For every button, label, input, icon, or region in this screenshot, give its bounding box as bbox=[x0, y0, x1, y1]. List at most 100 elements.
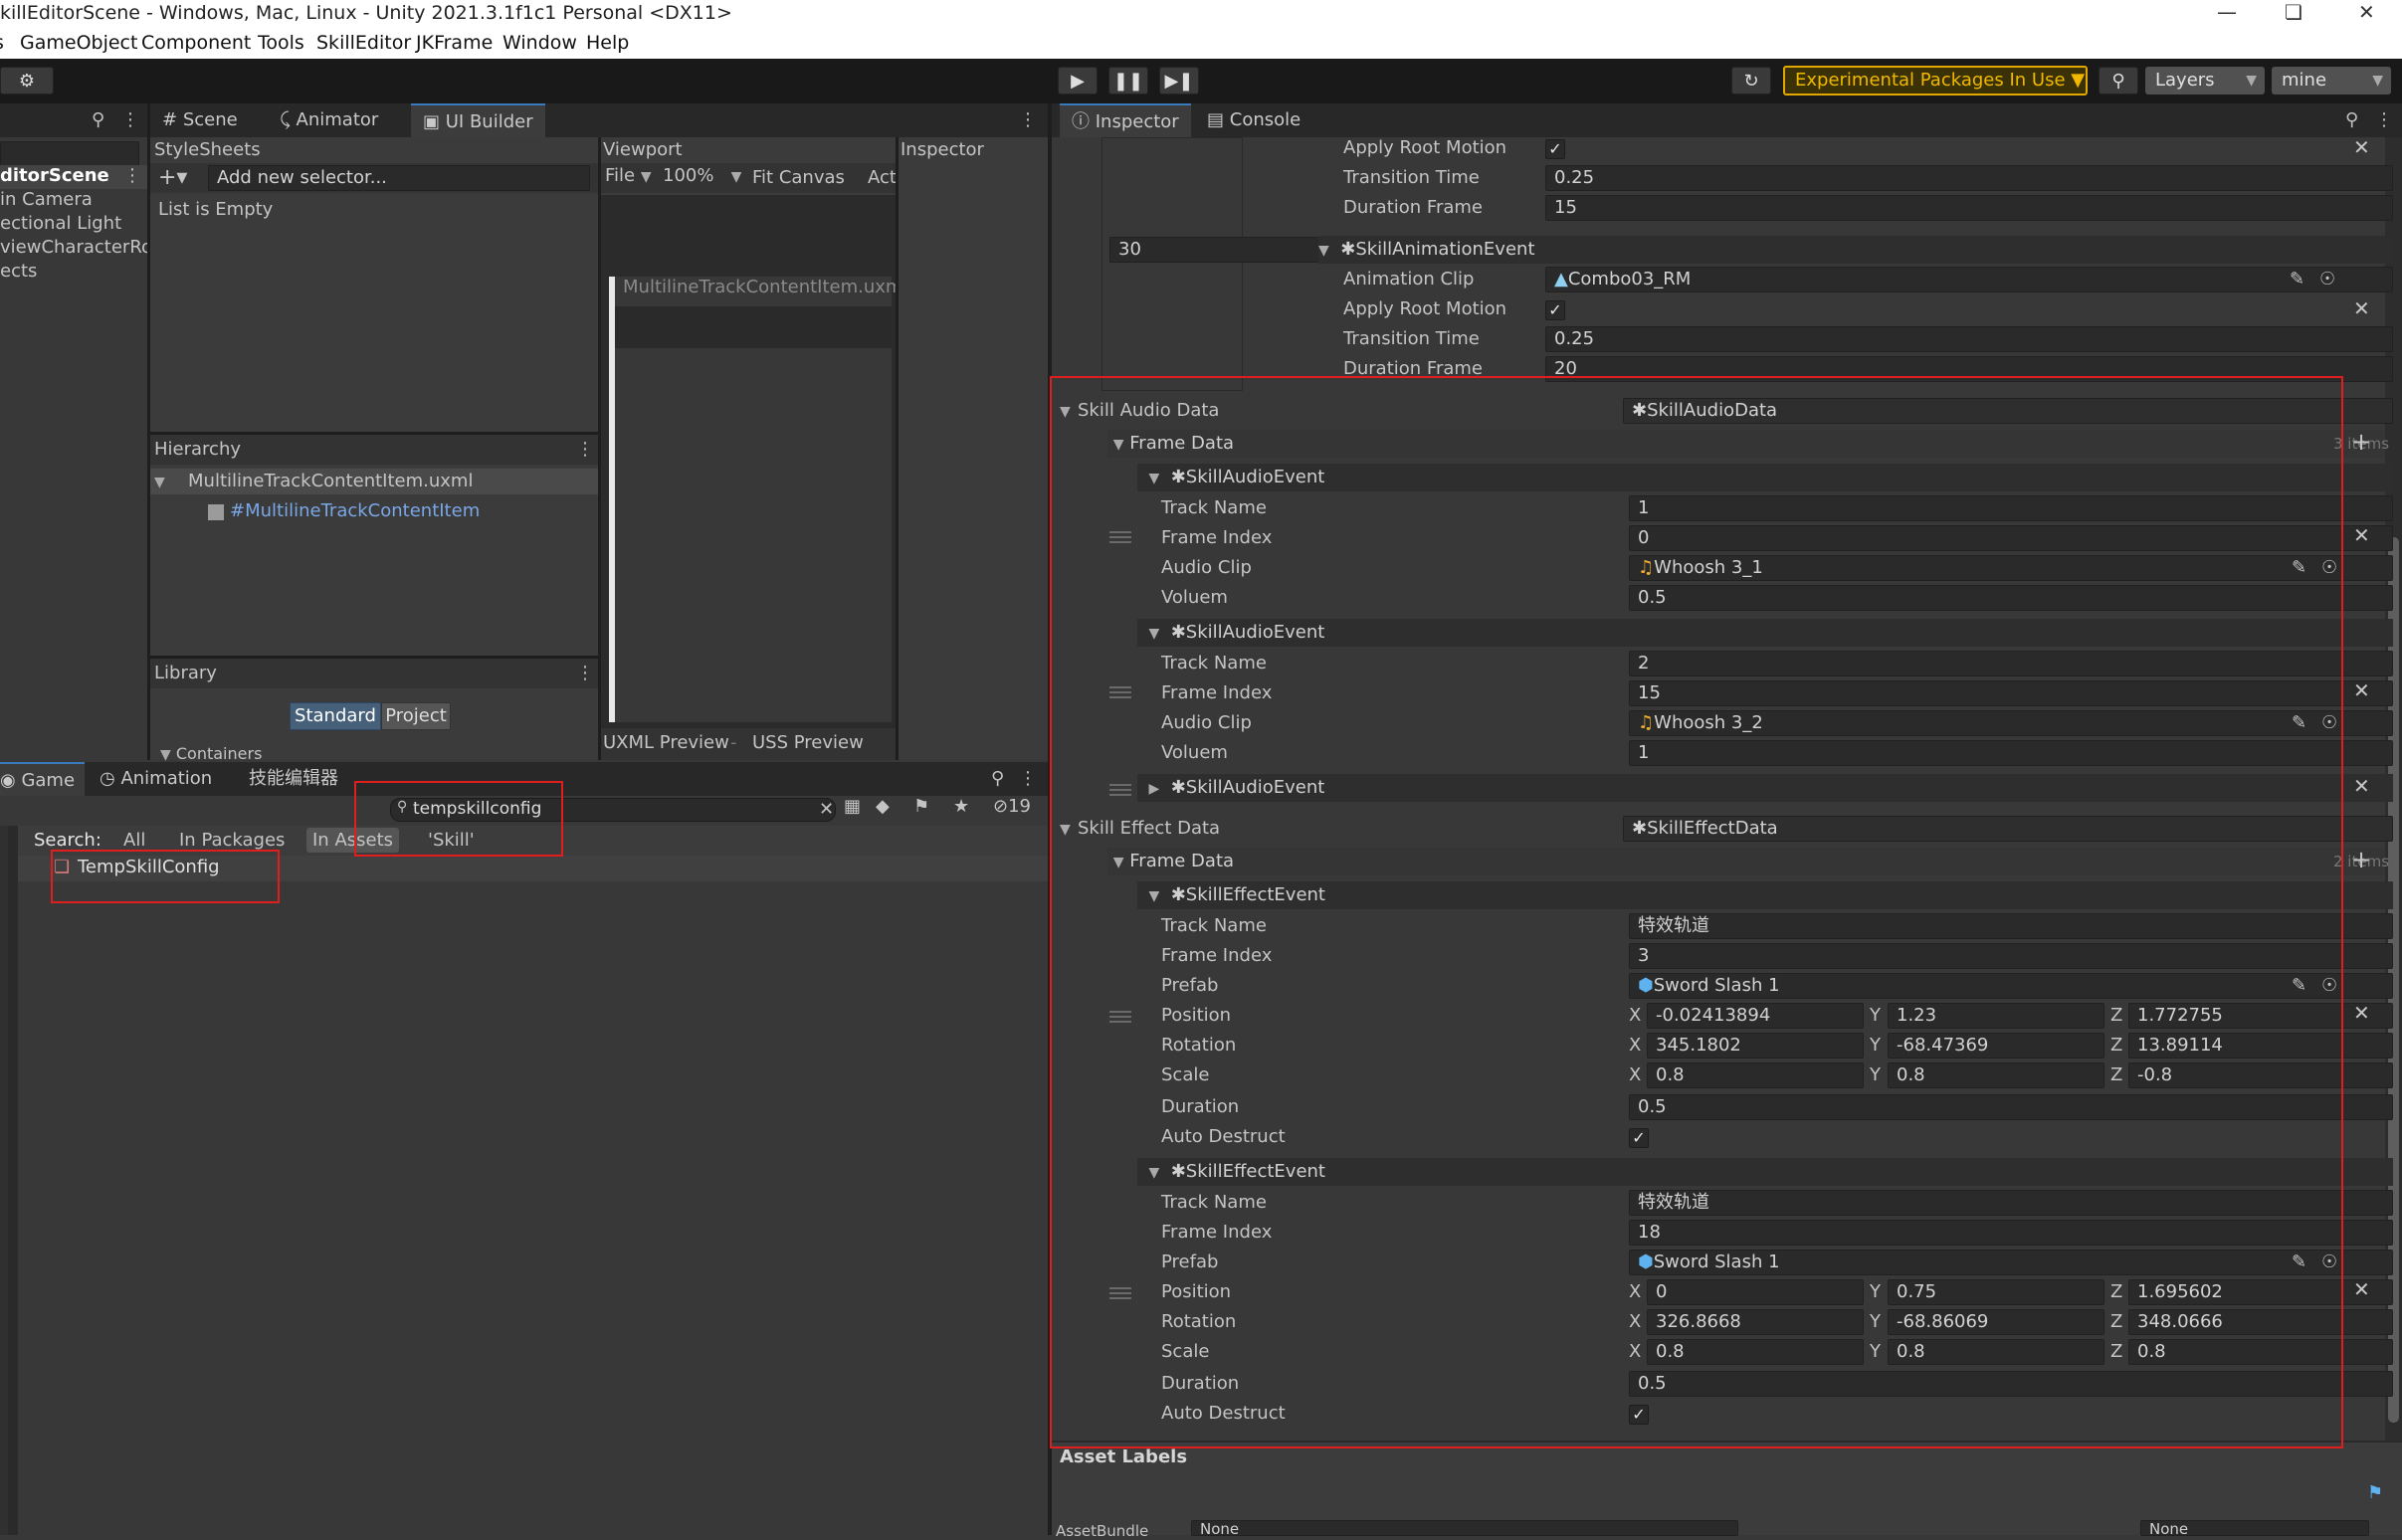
more-icon[interactable]: ⋮ bbox=[576, 439, 594, 460]
hierarchy-item[interactable]: viewCharacterRo bbox=[0, 237, 152, 258]
builder-hierarchy-file-row[interactable]: ▼ MultilineTrackContentItem.uxml bbox=[150, 469, 598, 494]
project-scrollbar[interactable] bbox=[8, 826, 18, 1535]
apply-root-motion-checkbox[interactable]: ✓ bbox=[1545, 300, 1565, 320]
library-project-tab[interactable]: Project bbox=[381, 702, 451, 730]
lock-icon[interactable]: ⚲ bbox=[2345, 109, 2358, 130]
menu-help[interactable]: Help bbox=[586, 32, 629, 54]
more-icon[interactable]: ⋮ bbox=[1019, 768, 1037, 789]
lock-icon[interactable]: ⚲ bbox=[92, 109, 104, 130]
more-icon[interactable]: ⋮ bbox=[2375, 109, 2393, 130]
apply-root-motion-checkbox[interactable]: ✓ bbox=[1545, 139, 1565, 159]
experimental-packages-button[interactable]: Experimental Packages In Use ▼ bbox=[1783, 66, 2088, 96]
highlight-box-result bbox=[51, 850, 280, 903]
filter-by-type-icon[interactable]: ◆ bbox=[876, 796, 890, 817]
window-titlebar: killEditorScene - Windows, Mac, Linux - … bbox=[0, 0, 2402, 29]
scene-name[interactable]: ditorScene bbox=[0, 165, 109, 186]
remove-event-icon[interactable]: ✕ bbox=[2353, 1277, 2370, 1301]
filter-all[interactable]: All bbox=[123, 830, 145, 851]
remove-event-icon[interactable]: ✕ bbox=[2353, 1001, 2370, 1025]
pause-button[interactable]: ❚❚ bbox=[1108, 67, 1148, 95]
library-containers-foldout[interactable]: ▼ Containers bbox=[160, 744, 262, 763]
library-standard-tab[interactable]: Standard bbox=[290, 702, 381, 730]
anim-event-header[interactable]: ▼ ✱SkillAnimationEvent bbox=[1318, 236, 2393, 264]
menu-tools[interactable]: Tools bbox=[258, 32, 304, 54]
tab-skill-editor[interactable]: 技能编辑器 bbox=[249, 762, 338, 796]
menu-gameobject[interactable]: GameObject bbox=[20, 32, 137, 54]
tag-icon[interactable]: ⚑ bbox=[2367, 1482, 2383, 1503]
more-icon[interactable]: ⋮ bbox=[121, 109, 139, 130]
menu-component[interactable]: Component bbox=[141, 32, 251, 54]
uss-preview-tab[interactable]: USS Preview bbox=[752, 732, 864, 753]
info-icon: ⓘ bbox=[1072, 111, 1090, 132]
favorite-icon[interactable]: ★ bbox=[953, 796, 969, 817]
label-icon[interactable]: ⚑ bbox=[913, 796, 929, 817]
add-item-icon[interactable]: + bbox=[2351, 428, 2371, 456]
tab-game[interactable]: ◉ Game bbox=[0, 762, 86, 798]
transition-time-field[interactable]: 0.25 bbox=[1545, 326, 2393, 352]
expand-icon: ▼ bbox=[1318, 243, 1329, 259]
tab-animator[interactable]: ⤹ Animator bbox=[280, 103, 378, 137]
animator-icon: ⤹ bbox=[280, 109, 297, 130]
remove-event-icon[interactable]: ✕ bbox=[2353, 678, 2370, 702]
add-selector-input[interactable]: Add new selector... bbox=[208, 165, 590, 191]
play-icon: ▶ bbox=[1071, 71, 1085, 92]
element-icon bbox=[208, 504, 224, 520]
tab-scene[interactable]: # Scene bbox=[162, 103, 238, 137]
more-icon[interactable]: ⋮ bbox=[1019, 109, 1037, 130]
close-icon[interactable]: ✕ bbox=[2358, 0, 2375, 24]
zoom-dropdown[interactable]: 100% ▼ bbox=[663, 165, 741, 186]
remove-event-icon[interactable]: ✕ bbox=[2353, 296, 2370, 320]
layers-dropdown[interactable]: Layers ▼ bbox=[2145, 67, 2265, 95]
clear-search-icon[interactable]: ✕ bbox=[819, 799, 834, 820]
hidden-packages-button[interactable]: ⊘19 bbox=[993, 796, 1031, 817]
menu-skilleditor[interactable]: SkillEditor bbox=[316, 32, 411, 54]
expand-icon[interactable]: ▼ bbox=[154, 471, 165, 491]
hierarchy-item[interactable]: in Camera bbox=[0, 189, 93, 210]
play-button[interactable]: ▶ bbox=[1058, 67, 1098, 95]
search-by-type-icon[interactable]: ▦ bbox=[844, 796, 861, 817]
tab-console[interactable]: ▤ Console bbox=[1207, 103, 1301, 137]
transition-time-field[interactable]: 0.25 bbox=[1545, 165, 2393, 191]
asset-variant-dropdown[interactable]: None bbox=[2140, 1520, 2369, 1536]
tab-ui-builder[interactable]: ▣ UI Builder bbox=[411, 103, 545, 139]
remove-event-icon[interactable]: ✕ bbox=[2353, 774, 2370, 798]
menu-window[interactable]: Window bbox=[502, 32, 577, 54]
more-icon[interactable]: ⋮ bbox=[576, 663, 594, 683]
asset-bundle-dropdown[interactable]: None bbox=[1191, 1520, 1738, 1536]
history-button[interactable]: ↻ bbox=[1731, 67, 1771, 95]
hierarchy-item[interactable]: ects bbox=[0, 261, 37, 282]
remove-event-icon[interactable]: ✕ bbox=[2353, 135, 2370, 159]
object-picker-icon[interactable]: ☉ bbox=[2319, 269, 2335, 289]
actions-menu[interactable]: Act bbox=[868, 167, 897, 188]
scene-menu-icon[interactable]: ⋮ bbox=[123, 165, 141, 186]
file-menu[interactable]: File ▼ bbox=[605, 165, 652, 186]
step-button[interactable]: ▶❚ bbox=[1159, 67, 1199, 95]
add-item-icon[interactable]: + bbox=[2351, 846, 2371, 873]
menu-jkframe[interactable]: JKFrame bbox=[416, 32, 493, 54]
collab-button[interactable]: ⚙ bbox=[0, 67, 54, 95]
builder-hierarchy-pane: Hierarchy ⋮ ▼ MultilineTrackContentItem.… bbox=[150, 435, 598, 656]
history-icon: ↻ bbox=[1743, 71, 1759, 92]
tab-inspector[interactable]: ⓘ Inspector bbox=[1060, 103, 1191, 139]
uxml-preview-tab[interactable]: UXML Preview bbox=[603, 732, 729, 753]
canvas-element[interactable] bbox=[615, 306, 892, 348]
canvas[interactable]: MultilineTrackContentItem.uxml bbox=[615, 277, 907, 722]
animation-clip-field[interactable]: ▲Combo03_RM bbox=[1545, 267, 2393, 292]
maximize-icon[interactable]: ❏ bbox=[2285, 0, 2302, 24]
layout-dropdown[interactable]: mine ▼ bbox=[2272, 67, 2391, 95]
search-button[interactable]: ⚲ bbox=[2099, 67, 2138, 95]
tab-animation[interactable]: ◷ Animation bbox=[100, 762, 212, 796]
eye-icon: ⊘ bbox=[993, 796, 1009, 817]
edit-icon[interactable]: ✎ bbox=[2290, 269, 2304, 289]
hierarchy-item[interactable]: ectional Light bbox=[0, 213, 121, 234]
hierarchy-search[interactable] bbox=[0, 141, 139, 167]
fit-canvas-button[interactable]: Fit Canvas bbox=[752, 167, 845, 188]
add-stylesheet-button[interactable]: +▾ bbox=[158, 165, 187, 190]
hierarchy-panel: ⚲ ⋮ ditorScene ⋮ in Camera ectional Ligh… bbox=[0, 103, 152, 760]
lock-icon[interactable]: ⚲ bbox=[991, 768, 1004, 789]
duration-frame-field[interactable]: 15 bbox=[1545, 195, 2393, 221]
remove-event-icon[interactable]: ✕ bbox=[2353, 523, 2370, 547]
filter-in-packages[interactable]: In Packages bbox=[179, 830, 285, 851]
builder-element[interactable]: #MultilineTrackContentItem bbox=[230, 500, 480, 521]
minimize-icon[interactable]: — bbox=[2217, 0, 2237, 24]
